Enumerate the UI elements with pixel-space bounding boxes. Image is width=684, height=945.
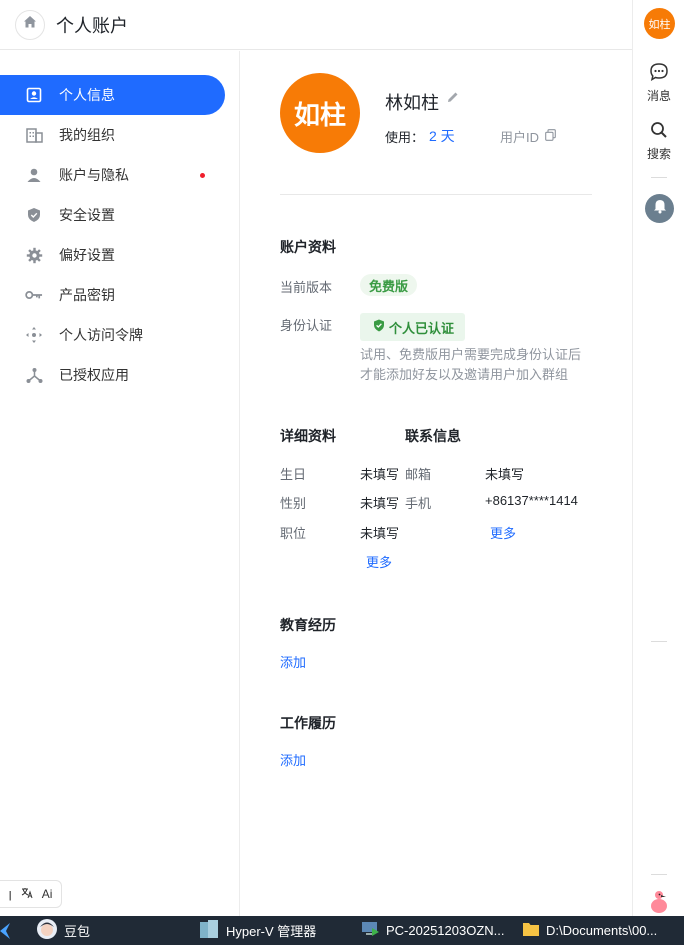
- taskbar-item-label: D:\Documents\00...: [546, 923, 658, 938]
- phone-value: +86137****1414: [485, 493, 578, 508]
- add-education-link[interactable]: 添加: [280, 652, 306, 671]
- identity-note: 试用、免费版用户需要完成身份认证后才能添加好友以及邀请用户加入群组: [360, 347, 582, 382]
- profile-card-icon: [25, 86, 43, 104]
- taskbar-item-hyperv[interactable]: Hyper-V 管理器: [198, 916, 316, 945]
- details-section-title: 详细资料: [280, 428, 336, 444]
- email-value: 未填写: [485, 467, 525, 482]
- email-label: 邮箱: [405, 467, 432, 482]
- sidebar-item-label: 安全设置: [59, 207, 115, 223]
- sidebar-item-security[interactable]: 安全设置: [0, 195, 225, 235]
- profile-avatar[interactable]: 如柱: [280, 73, 360, 153]
- sidebar-item-label: 我的组织: [59, 127, 115, 143]
- rail-avatar[interactable]: 如柱: [644, 8, 675, 39]
- search-icon: [649, 120, 669, 143]
- sidebar-item-access-token[interactable]: 个人访问令牌: [0, 315, 225, 355]
- sidebar-item-account-privacy[interactable]: 账户与隐私: [0, 155, 225, 195]
- translate-icon[interactable]: [21, 887, 33, 902]
- messages-label: 消息: [646, 89, 671, 103]
- notification-dot: [200, 173, 205, 178]
- doubao-app-icon: [36, 918, 58, 943]
- building-icon: [25, 126, 43, 144]
- taskbar-item-explorer[interactable]: D:\Documents\00...: [522, 916, 657, 945]
- top-header: 个人账户: [0, 0, 632, 50]
- copy-icon[interactable]: [545, 128, 556, 146]
- sidebar-item-product-key[interactable]: 产品密钥: [0, 275, 225, 315]
- home-button[interactable]: [15, 9, 45, 40]
- divider: [280, 194, 592, 195]
- taskbar-item-remote-pc[interactable]: PC-20251203OZN...: [360, 916, 505, 945]
- pinyin-icon[interactable]: ꞁ: [8, 887, 11, 901]
- taskbar-item-label: PC-20251203OZN...: [386, 923, 505, 938]
- sidebar-item-label: 产品密钥: [59, 287, 115, 303]
- messages-button[interactable]: 消息: [633, 62, 684, 104]
- home-icon: [23, 15, 37, 34]
- account-section-title: 账户资料: [280, 239, 336, 255]
- sidebar: 个人信息 我的组织 账户与隐私 安全设置 偏好设置 产品密钥 个人访问令牌 已授…: [0, 51, 240, 916]
- sidebar-item-organization[interactable]: 我的组织: [0, 115, 225, 155]
- birthday-value: 未填写: [360, 467, 400, 482]
- os-taskbar: 豆包 Hyper-V 管理器 PC-20251203OZN... D:\Docu…: [0, 916, 684, 945]
- edit-pencil-icon[interactable]: [446, 90, 460, 109]
- sidebar-item-label: 账户与隐私: [59, 167, 129, 183]
- token-icon: [25, 326, 43, 344]
- taskbar-item-label: 豆包: [64, 924, 91, 939]
- rail-divider: [651, 177, 667, 178]
- details-more-link[interactable]: 更多: [366, 552, 392, 571]
- identity-badge: 个人已认证: [360, 313, 466, 341]
- gender-label: 性别: [280, 496, 307, 511]
- edition-badge: 免费版: [360, 274, 418, 296]
- sidebar-item-profile[interactable]: 个人信息: [0, 75, 225, 115]
- app-window: 个人账户 个人信息 我的组织 账户与隐私 安全设置 偏好设置 产品密钥 个人访问…: [0, 0, 684, 945]
- key-icon: [25, 286, 43, 304]
- sidebar-item-authorized-apps[interactable]: 已授权应用: [0, 355, 225, 395]
- taskbar-item-label: Hyper-V 管理器: [226, 924, 317, 939]
- sidebar-item-label: 个人信息: [59, 87, 115, 103]
- add-work-link[interactable]: 添加: [280, 750, 306, 769]
- share-node-icon: [25, 366, 43, 384]
- identity-value: 个人已认证: [389, 320, 455, 336]
- ai-button[interactable]: Ai: [42, 887, 53, 901]
- remote-desktop-icon: [360, 919, 380, 942]
- sidebar-nav: 个人信息 我的组织 账户与隐私 安全设置 偏好设置 产品密钥 个人访问令牌 已授…: [0, 75, 239, 395]
- usage-label: 使用：: [385, 130, 425, 145]
- birthday-label: 生日: [280, 467, 307, 482]
- profile-content: 如柱 林如柱 使用： 2 天 用户ID 账户资料 当前版本 免费版 身份认证 个…: [241, 51, 632, 916]
- folder-icon: [522, 920, 540, 941]
- shield-icon: [25, 206, 43, 224]
- sidebar-item-label: 个人访问令牌: [59, 327, 143, 343]
- taskbar-item-doubao[interactable]: 豆包: [36, 916, 90, 945]
- gear-icon: [25, 246, 43, 264]
- search-label: 搜索: [646, 147, 671, 161]
- notifications-button[interactable]: [645, 194, 674, 223]
- identity-label: 身份认证: [280, 318, 333, 333]
- bell-icon: [653, 199, 667, 219]
- user-name: 林如柱: [385, 93, 439, 113]
- verified-shield-icon: [373, 319, 385, 335]
- phone-label: 手机: [405, 496, 432, 511]
- right-rail: 如柱 消息 搜索: [632, 0, 684, 916]
- hyperv-app-icon: [198, 918, 220, 943]
- sidebar-item-label: 已授权应用: [59, 367, 129, 383]
- education-section-title: 教育经历: [280, 617, 336, 633]
- work-section-title: 工作履历: [280, 715, 336, 731]
- taskbar-start-fragment-icon[interactable]: [0, 916, 12, 945]
- contact-more-link[interactable]: 更多: [490, 523, 516, 542]
- input-mini-toolbar: ꞁ Ai: [0, 880, 62, 908]
- usage-value: 2 天: [429, 128, 455, 144]
- edition-label: 当前版本: [280, 280, 333, 295]
- person-icon: [25, 166, 43, 184]
- position-label: 职位: [280, 526, 307, 541]
- sidebar-item-preferences[interactable]: 偏好设置: [0, 235, 225, 275]
- contact-section-title: 联系信息: [405, 428, 461, 444]
- rail-divider: [651, 874, 667, 875]
- sidebar-item-label: 偏好设置: [59, 247, 115, 263]
- search-button[interactable]: 搜索: [633, 120, 684, 162]
- page-title: 个人账户: [56, 15, 128, 36]
- position-value: 未填写: [360, 526, 400, 541]
- user-id-label: 用户ID: [500, 130, 540, 145]
- chat-bubble-icon: [649, 62, 669, 85]
- gender-value: 未填写: [360, 496, 400, 511]
- rail-divider: [651, 641, 667, 642]
